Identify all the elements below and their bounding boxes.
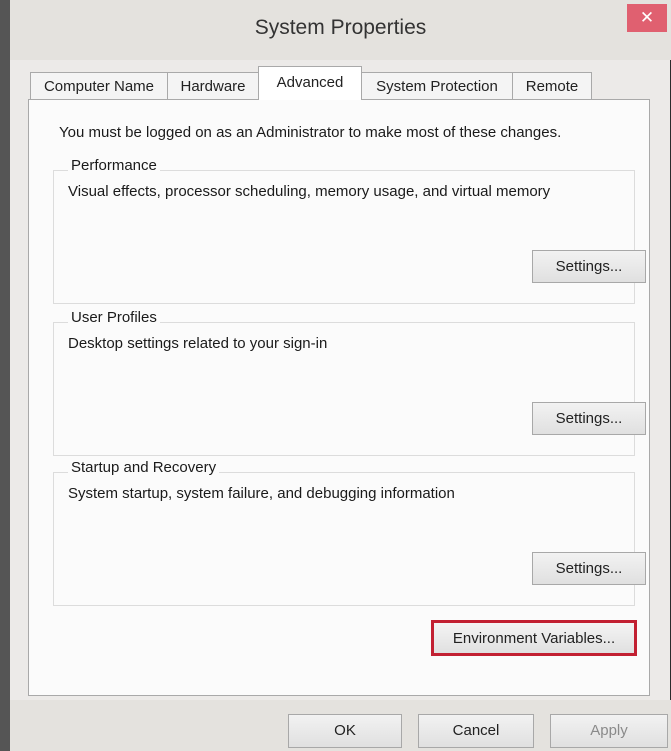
- window-left-edge: [0, 0, 10, 751]
- performance-group: Performance Visual effects, processor sc…: [53, 157, 646, 304]
- startup-recovery-description: System startup, system failure, and debu…: [68, 485, 455, 502]
- title-bar[interactable]: System Properties ✕: [10, 0, 671, 60]
- advanced-panel: You must be logged on as an Administrato…: [28, 99, 650, 696]
- user-profiles-description: Desktop settings related to your sign-in: [68, 335, 328, 352]
- tab-system-protection[interactable]: System Protection: [361, 72, 513, 99]
- dialog-footer: OK Cancel Apply: [10, 700, 671, 751]
- cancel-button[interactable]: Cancel: [418, 714, 534, 748]
- performance-description: Visual effects, processor scheduling, me…: [68, 183, 551, 200]
- admin-note: You must be logged on as an Administrato…: [59, 124, 562, 141]
- startup-recovery-title: Startup and Recovery: [68, 459, 220, 476]
- close-icon: ✕: [639, 8, 655, 27]
- startup-recovery-group: Startup and Recovery System startup, sys…: [53, 459, 646, 606]
- user-profiles-group: User Profiles Desktop settings related t…: [53, 309, 646, 456]
- startup-recovery-settings-button[interactable]: Settings...: [532, 552, 646, 585]
- tab-computer-name[interactable]: Computer Name: [30, 72, 168, 99]
- user-profiles-settings-button[interactable]: Settings...: [532, 402, 646, 435]
- window-title: System Properties: [254, 16, 427, 39]
- environment-variables-button[interactable]: Environment Variables...: [431, 620, 637, 656]
- user-profiles-title: User Profiles: [68, 309, 160, 326]
- apply-button[interactable]: Apply: [550, 714, 668, 748]
- tab-strip: Computer Name Hardware Advanced System P…: [30, 66, 650, 100]
- close-button[interactable]: ✕: [627, 4, 667, 32]
- tab-hardware[interactable]: Hardware: [167, 72, 259, 99]
- performance-settings-button[interactable]: Settings...: [532, 250, 646, 283]
- tab-remote[interactable]: Remote: [512, 72, 592, 99]
- performance-title: Performance: [68, 157, 160, 174]
- ok-button[interactable]: OK: [288, 714, 402, 748]
- tab-advanced[interactable]: Advanced: [258, 66, 362, 100]
